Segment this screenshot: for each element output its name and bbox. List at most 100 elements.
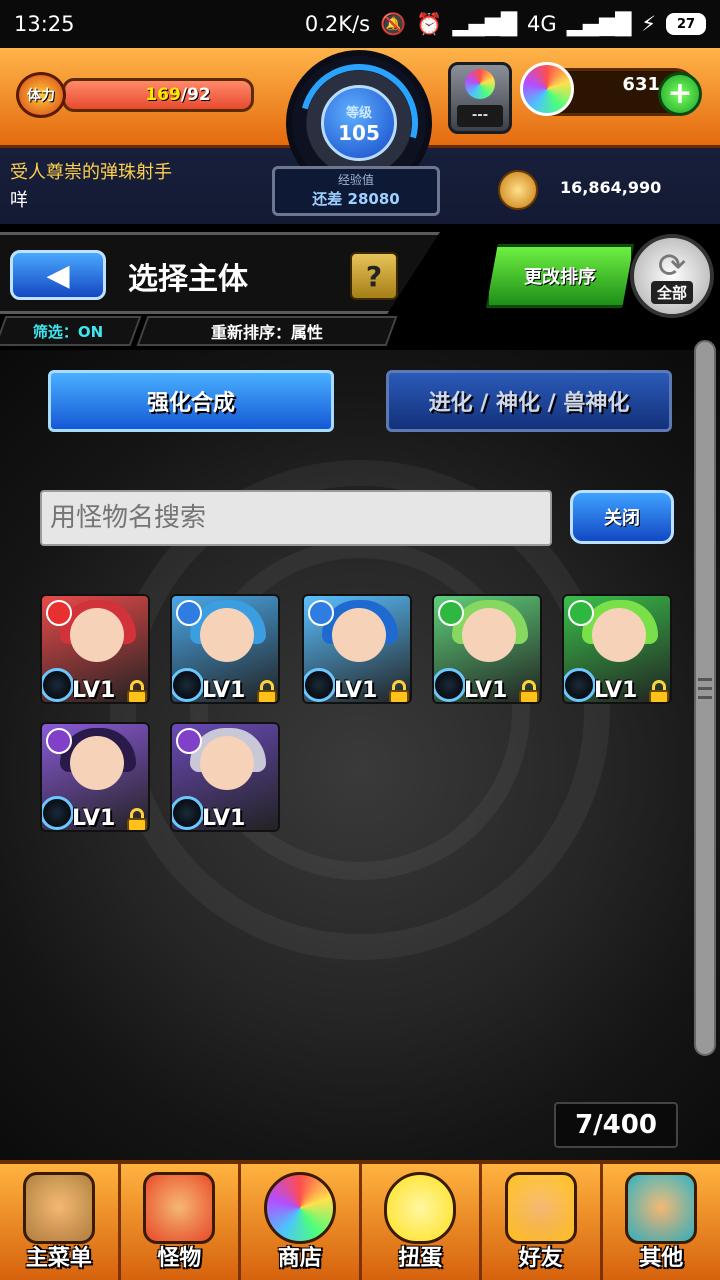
monster-card[interactable]: LV1	[40, 722, 150, 832]
monster-card[interactable]: LV1	[432, 594, 542, 704]
monster-face	[70, 736, 124, 790]
exp-box: 经验值 还差 28080	[272, 166, 440, 216]
nav-label: 怪物	[157, 1246, 202, 1271]
coin-icon	[498, 170, 538, 210]
level-value: 105	[338, 120, 380, 145]
monster-level: LV1	[594, 678, 638, 703]
change-sort-button[interactable]: 更改排序	[486, 244, 634, 308]
nav-item[interactable]: 主菜单	[0, 1164, 121, 1280]
monster-face	[200, 608, 254, 662]
back-button[interactable]: ◀	[10, 250, 106, 300]
coin-count: 16,864,990	[560, 178, 662, 197]
refresh-icon: ⟳	[657, 245, 687, 286]
net-speed: 0.2K/s	[304, 12, 371, 36]
monster-card[interactable]: LV1	[40, 594, 150, 704]
nav-item[interactable]: 其他	[603, 1164, 720, 1280]
element-icon	[46, 728, 72, 754]
monster-card[interactable]: LV1	[562, 594, 672, 704]
stamina-max: /92	[180, 85, 211, 105]
exp-remaining: 还差 28080	[312, 190, 400, 208]
lock-icon	[126, 808, 148, 830]
stamina-icon: 体力	[16, 72, 66, 118]
lock-icon	[388, 680, 410, 702]
monster-face	[332, 608, 386, 662]
lock-icon	[126, 680, 148, 702]
element-icon	[568, 600, 594, 626]
page-title: 选择主体	[128, 262, 248, 297]
sort-indicator[interactable]: 重新排序：属性	[136, 316, 398, 346]
box-count: 7/400	[554, 1102, 678, 1148]
monster-level: LV1	[72, 806, 116, 831]
monster-face	[200, 736, 254, 790]
monster-face	[462, 608, 516, 662]
castle-icon	[22, 1172, 95, 1244]
back-arrow-icon: ◀	[46, 257, 70, 293]
nav-item[interactable]: 好友	[482, 1164, 603, 1280]
scrollbar[interactable]	[694, 340, 716, 1056]
nav-label: 好友	[518, 1246, 563, 1271]
tab-power-up[interactable]: 强化合成	[48, 370, 334, 432]
lock-icon	[518, 680, 540, 702]
buy-orbs-button[interactable]: +	[658, 72, 702, 116]
monster-level: LV1	[72, 678, 116, 703]
nav-item[interactable]: 扭蛋	[362, 1164, 482, 1280]
monster-level: LV1	[334, 678, 378, 703]
signal-icon-2: ▂▄▆█	[566, 12, 632, 36]
monster-card[interactable]: LV1	[170, 722, 280, 832]
nav-item[interactable]: 怪物	[121, 1164, 241, 1280]
luck-gem-icon	[172, 796, 204, 830]
element-icon	[176, 728, 202, 754]
tab-evolution[interactable]: 进化 / 神化 / 兽神化	[386, 370, 672, 432]
show-all-button[interactable]: ⟳ 全部	[630, 234, 714, 318]
help-button[interactable]: ?	[350, 252, 398, 300]
rainbow-orb-icon	[520, 62, 574, 116]
egg-icon	[384, 1172, 457, 1244]
monster-card[interactable]: LV1	[302, 594, 412, 704]
header: 169 /92 体力 等级 105 经验值 还差 28080 --- 631 +…	[0, 42, 720, 224]
status-time: 13:25	[14, 12, 75, 36]
nav-label: 扭蛋	[398, 1246, 443, 1271]
nav-item[interactable]: 商店	[241, 1164, 362, 1280]
element-icon	[438, 600, 464, 626]
level-label: 等级	[345, 105, 372, 121]
alarm-icon: ⏰	[416, 11, 443, 36]
player-title: 受人尊崇的弹珠射手	[10, 162, 172, 183]
status-right: 0.2K/s 🔕 ⏰ ▂▄▆█ 4G ▂▄▆█ ⚡ 27	[305, 12, 706, 37]
filter-row: 筛选：ON 重新排序：属性	[0, 316, 400, 346]
player-name: 咩	[10, 190, 28, 211]
lantern-icon[interactable]: ---	[448, 62, 512, 134]
monster-search-input[interactable]	[40, 490, 552, 546]
filter-toggle[interactable]: 筛选：ON	[0, 316, 142, 346]
title-bar: ◀ 选择主体 ? 筛选：ON 重新排序：属性	[0, 232, 440, 348]
mute-icon: 🔕	[380, 11, 407, 36]
monster-card[interactable]: LV1	[170, 594, 280, 704]
exp-label: 经验值	[337, 173, 374, 187]
luck-gem-icon	[304, 668, 336, 702]
monster-box-panel: 强化合成 进化 / 神化 / 兽神化 关闭 LV1 LV1 LV1 LV1 LV1 LV1…	[0, 350, 720, 1160]
nav-label: 商店	[277, 1246, 322, 1271]
monster-face	[70, 608, 124, 662]
monster-icon	[143, 1172, 216, 1244]
stamina-bar[interactable]: 169 /92	[62, 78, 254, 112]
stamina-text: 169 /92	[65, 81, 251, 109]
nav-label: 其他	[639, 1246, 684, 1271]
monster-face	[592, 608, 646, 662]
sort-label: 重新排序：属性	[210, 323, 323, 342]
scroll-thumb[interactable]	[698, 672, 712, 712]
level-badge: 等级 105	[321, 85, 397, 161]
luck-gem-icon	[172, 668, 204, 702]
filter-label: 筛选：ON	[32, 322, 104, 341]
network-type: 4G	[527, 12, 557, 36]
show-all-label: 全部	[650, 280, 693, 304]
orb-count: 631	[622, 74, 660, 95]
luck-gem-icon	[564, 668, 596, 702]
status-bar: 13:25 0.2K/s 🔕 ⏰ ▂▄▆█ 4G ▂▄▆█ ⚡ 27	[0, 0, 720, 48]
element-icon	[308, 600, 334, 626]
monster-level: LV1	[464, 678, 508, 703]
close-search-button[interactable]: 关闭	[570, 490, 674, 544]
orb-icon	[263, 1172, 336, 1244]
charging-icon: ⚡	[641, 12, 656, 36]
monster-level: LV1	[202, 806, 246, 831]
lock-icon	[648, 680, 670, 702]
lantern-text: ---	[457, 105, 503, 127]
